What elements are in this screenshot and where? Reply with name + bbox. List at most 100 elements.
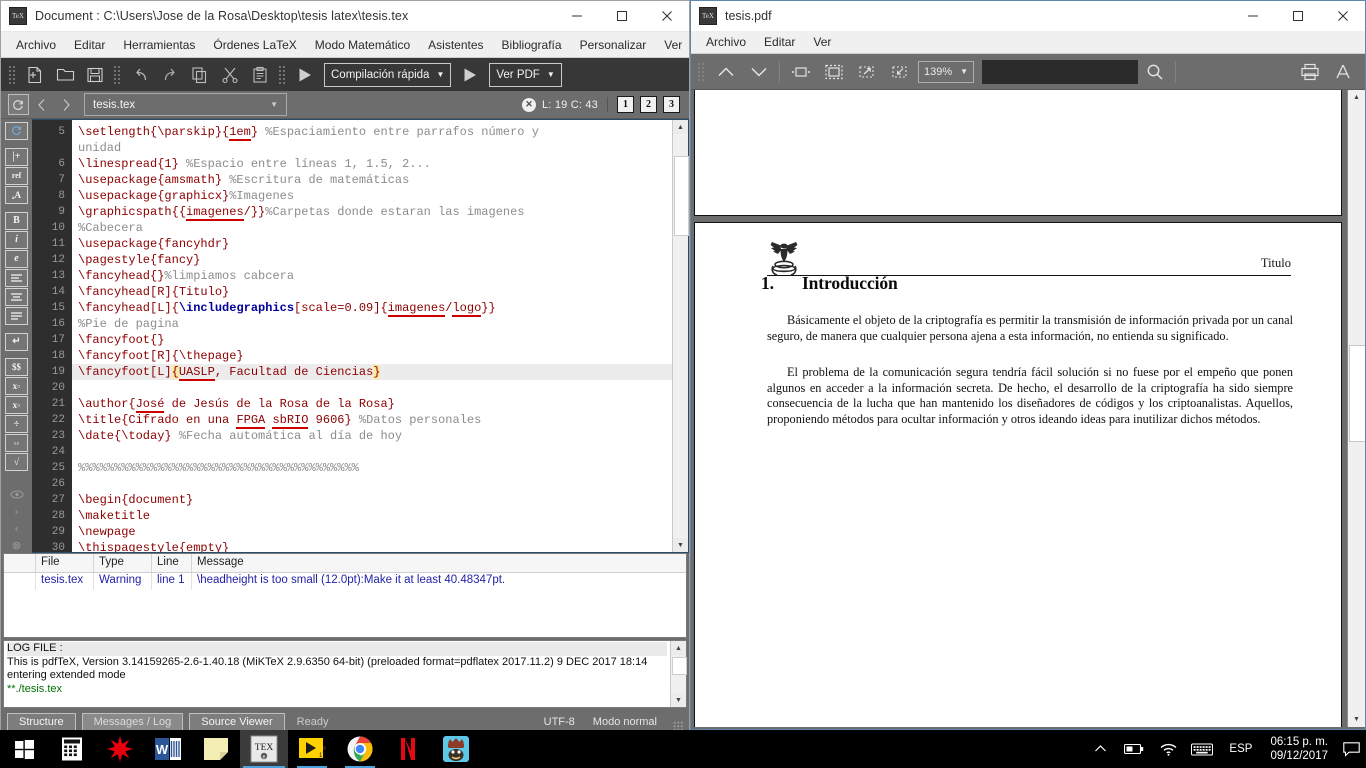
texmaker-icon[interactable]: TEX e: [240, 730, 288, 768]
code-line[interactable]: \usepackage{graphicx}%Imagenes: [72, 188, 672, 204]
run-view-icon[interactable]: [455, 61, 485, 89]
align-center-icon[interactable]: [5, 287, 28, 306]
menu-ordenes-latex[interactable]: Órdenes LaTeX: [204, 35, 305, 55]
code-text-area[interactable]: \setlength{\parskip}{1em} %Espaciamiento…: [72, 120, 672, 552]
word-icon[interactable]: W: [144, 730, 192, 768]
menu-modo-matematico[interactable]: Modo Matemático: [306, 35, 419, 55]
code-line[interactable]: \usepackage{fancyhdr}: [72, 236, 672, 252]
code-line[interactable]: \graphicspath{{imagenes/}}%Carpetas dond…: [72, 204, 672, 221]
pdf-scroll-up-arrow[interactable]: ▲: [1348, 90, 1365, 105]
superscript-icon[interactable]: x▫: [5, 396, 28, 415]
pdf-close-button[interactable]: [1320, 1, 1365, 31]
pdf-scroll-down-arrow[interactable]: ▼: [1348, 712, 1365, 727]
code-line[interactable]: \fancyfoot[L]{UASLP, Facultad de Ciencia…: [72, 364, 672, 381]
save-icon[interactable]: [80, 61, 110, 89]
editor-scroll-thumb[interactable]: [674, 156, 689, 236]
emph-icon[interactable]: e: [5, 249, 28, 268]
mathematica-icon[interactable]: [96, 730, 144, 768]
code-line[interactable]: \begin{document}: [72, 492, 672, 508]
print-icon[interactable]: [1293, 57, 1326, 87]
code-line[interactable]: [72, 444, 672, 460]
code-line[interactable]: \thispagestyle{empty}: [72, 540, 672, 552]
font-icon[interactable]: ₐA: [5, 185, 28, 204]
tab-source-viewer[interactable]: Source Viewer: [189, 712, 285, 732]
log-scroll-up-arrow[interactable]: ▲: [671, 641, 686, 655]
code-line[interactable]: %Cabecera: [72, 220, 672, 236]
battery-icon[interactable]: [1117, 730, 1151, 768]
code-editor[interactable]: 5 6 7 8 9 10 11 12 13 14 15 16 17 18 19 20 21 22 23 24 25 26 2…: [32, 119, 689, 554]
redo-icon[interactable]: [155, 61, 185, 89]
close-button[interactable]: [644, 1, 689, 31]
code-line[interactable]: \pagestyle{fancy}: [72, 252, 672, 268]
menu-personalizar[interactable]: Personalizar: [571, 35, 656, 55]
log-scroll-down-arrow[interactable]: ▼: [671, 693, 686, 707]
wifi-icon[interactable]: [1151, 730, 1185, 768]
menu-archivo[interactable]: Archivo: [7, 35, 65, 55]
pdf-scroll-thumb[interactable]: [1349, 345, 1365, 442]
nav-forward-button[interactable]: [54, 94, 78, 115]
log-scrollbar[interactable]: ▲ ▼: [670, 641, 687, 707]
adobe-icon[interactable]: [1326, 57, 1359, 87]
search-icon[interactable]: [1138, 57, 1171, 87]
binom-icon[interactable]: ▫▫: [5, 434, 28, 453]
new-file-icon[interactable]: [20, 61, 50, 89]
menu-herramientas[interactable]: Herramientas: [114, 35, 204, 55]
layout-button-3[interactable]: 3: [663, 96, 680, 113]
eye-icon[interactable]: [6, 486, 27, 502]
table-row[interactable]: tesis.tex Warning line 1 \headheight is …: [4, 573, 686, 590]
close-document-icon[interactable]: ✕: [521, 97, 536, 112]
code-line[interactable]: \setlength{\parskip}{1em} %Espaciamiento…: [72, 124, 672, 141]
layout-button-2[interactable]: 2: [640, 96, 657, 113]
code-line[interactable]: \usepackage{amsmath} %Escritura de matem…: [72, 172, 672, 188]
code-line[interactable]: \fancyfoot[R]{\thepage}: [72, 348, 672, 364]
maximize-button[interactable]: [599, 1, 644, 31]
layout-button-1[interactable]: 1: [617, 96, 634, 113]
scroll-down-arrow[interactable]: ▼: [673, 538, 688, 552]
pdf-toolbar-grip[interactable]: [697, 61, 706, 82]
clash-royale-icon[interactable]: [432, 730, 480, 768]
math-icon[interactable]: $$: [5, 358, 28, 377]
netflix-icon[interactable]: [384, 730, 432, 768]
open-folder-icon[interactable]: [50, 61, 80, 89]
code-line[interactable]: \fancyhead[R]{Titulo}: [72, 284, 672, 300]
toolbar-grip-3[interactable]: [278, 64, 287, 85]
cancel-icon[interactable]: ⊗: [6, 537, 27, 553]
toolbar-grip-2[interactable]: [113, 64, 122, 85]
log-text[interactable]: LOG FILE : This is pdfTeX, Version 3.141…: [4, 641, 670, 707]
code-line[interactable]: \maketitle: [72, 508, 672, 524]
menu-bibliografia[interactable]: Bibliografía: [493, 35, 571, 55]
code-line[interactable]: %Pie de pagina: [72, 316, 672, 332]
sticky-notes-icon[interactable]: [192, 730, 240, 768]
code-line[interactable]: unidad: [72, 140, 672, 156]
refresh-structure-button[interactable]: [6, 94, 30, 115]
code-line[interactable]: \title{Cifrado en una FPGA sbRIO 9606} %…: [72, 412, 672, 429]
code-line[interactable]: \fancyfoot{}: [72, 332, 672, 348]
log-scroll-thumb[interactable]: [672, 657, 687, 675]
code-line[interactable]: [72, 380, 672, 396]
ref-icon[interactable]: ref: [5, 166, 28, 185]
labview-icon[interactable]: 17: [288, 730, 336, 768]
scroll-up-arrow[interactable]: ▲: [673, 120, 688, 134]
keyboard-icon[interactable]: [1185, 730, 1219, 768]
bold-icon[interactable]: B: [5, 211, 28, 230]
toolbar-grip[interactable]: [8, 64, 17, 85]
code-line[interactable]: [72, 476, 672, 492]
tab-messages-log[interactable]: Messages / Log: [81, 712, 184, 732]
cut-icon[interactable]: [215, 61, 245, 89]
insert-icon[interactable]: |+: [5, 147, 28, 166]
zoom-level-select[interactable]: 139% ▼: [918, 60, 975, 83]
sqrt-icon[interactable]: √: [5, 453, 28, 472]
code-line[interactable]: %%%%%%%%%%%%%%%%%%%%%%%%%%%%%%%%%%%%%%%: [72, 460, 672, 476]
language-indicator[interactable]: ESP: [1219, 743, 1262, 755]
pdf-minimize-button[interactable]: [1230, 1, 1275, 31]
run-compile-icon[interactable]: [290, 61, 320, 89]
pdf-menu-ver[interactable]: Ver: [804, 33, 840, 51]
action-center-icon[interactable]: [1336, 730, 1366, 768]
paste-icon[interactable]: [245, 61, 275, 89]
menu-asistentes[interactable]: Asistentes: [419, 35, 492, 55]
copy-icon[interactable]: [185, 61, 215, 89]
minimize-button[interactable]: [554, 1, 599, 31]
code-line[interactable]: \fancyhead[L]{\includegraphics[scale=0.0…: [72, 300, 672, 317]
refresh-icon-side[interactable]: [5, 122, 28, 140]
code-line[interactable]: \author{José de Jesús de la Rosa de la R…: [72, 396, 672, 413]
